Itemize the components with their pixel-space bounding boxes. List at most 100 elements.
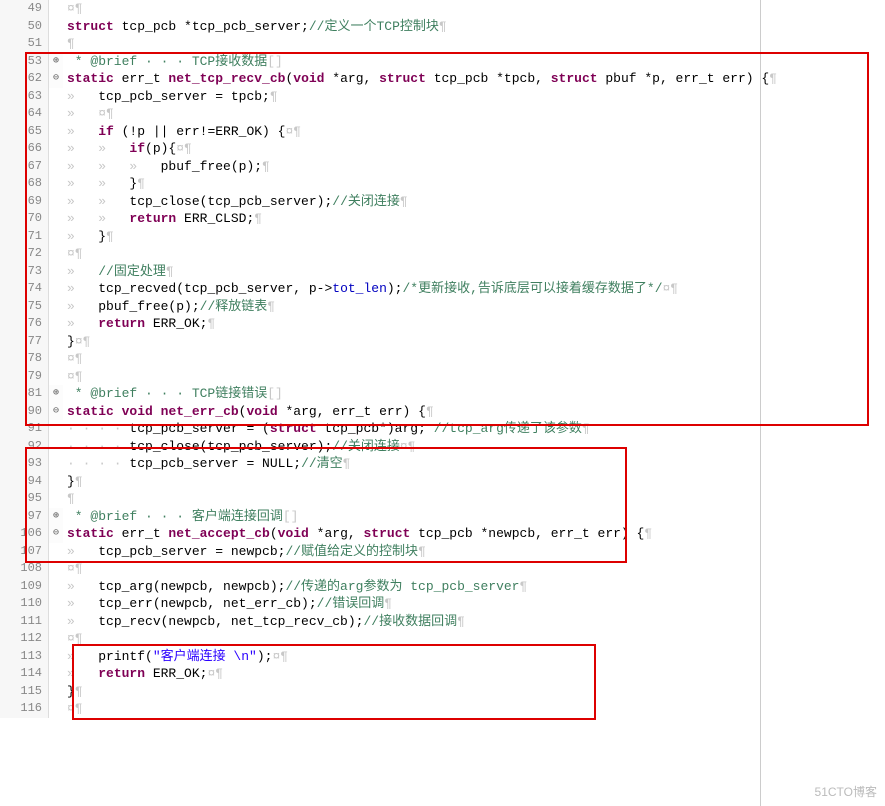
code-line[interactable]: 108¤¶ bbox=[0, 560, 885, 578]
code-content[interactable]: » » if(p){¤¶ bbox=[63, 140, 885, 158]
line-number: 107 bbox=[0, 543, 49, 561]
code-line[interactable]: 112¤¶ bbox=[0, 630, 885, 648]
code-line[interactable]: 76» return ERR_OK;¶ bbox=[0, 315, 885, 333]
code-content[interactable]: » tcp_recved(tcp_pcb_server, p->tot_len)… bbox=[63, 280, 885, 298]
code-line[interactable]: 50struct tcp_pcb *tcp_pcb_server;//定义一个T… bbox=[0, 18, 885, 36]
line-number: 67 bbox=[0, 158, 49, 176]
code-line[interactable]: 73» //固定处理¶ bbox=[0, 263, 885, 281]
fold-collapse-icon[interactable]: ⊖ bbox=[49, 525, 63, 543]
code-content[interactable]: * @brief · · · 客户端连接回调[] bbox=[63, 508, 885, 526]
code-content[interactable]: » //固定处理¶ bbox=[63, 263, 885, 281]
code-content[interactable]: » tcp_recv(newpcb, net_tcp_recv_cb);//接收… bbox=[63, 613, 885, 631]
text-token: tcp_err(newpcb, net_err_cb); bbox=[98, 596, 316, 611]
code-editor[interactable]: 49¤¶50struct tcp_pcb *tcp_pcb_server;//定… bbox=[0, 0, 885, 735]
fold-expand-icon[interactable]: ⊕ bbox=[49, 508, 63, 526]
code-content[interactable]: * @brief · · · TCP接收数据[] bbox=[63, 53, 885, 71]
code-content[interactable]: » » tcp_close(tcp_pcb_server);//关闭连接¶ bbox=[63, 193, 885, 211]
code-line[interactable]: 53⊕ * @brief · · · TCP接收数据[] bbox=[0, 53, 885, 71]
code-content[interactable]: static err_t net_accept_cb(void *arg, st… bbox=[63, 525, 885, 543]
code-content[interactable]: static err_t net_tcp_recv_cb(void *arg, … bbox=[63, 70, 885, 88]
code-line[interactable]: 81⊕ * @brief · · · TCP链接错误[] bbox=[0, 385, 885, 403]
fold-collapse-icon[interactable]: ⊖ bbox=[49, 70, 63, 88]
code-line[interactable]: 115}¶ bbox=[0, 683, 885, 701]
code-line[interactable]: 63 » tcp_pcb_server = tpcb;¶ bbox=[0, 88, 885, 106]
code-line[interactable]: 93· · · · tcp_pcb_server = NULL;//清空¶ bbox=[0, 455, 885, 473]
fold-expand-icon[interactable]: ⊕ bbox=[49, 53, 63, 71]
code-content[interactable]: » return ERR_OK;¶ bbox=[63, 315, 885, 333]
code-content[interactable]: ¤¶ bbox=[63, 350, 885, 368]
code-line[interactable]: 92· · · · tcp_close(tcp_pcb_server);//关闭… bbox=[0, 438, 885, 456]
code-content[interactable]: ¤¶ bbox=[63, 368, 885, 386]
whitespace-marker-icon: » bbox=[67, 596, 98, 611]
code-line[interactable]: 111» tcp_recv(newpcb, net_tcp_recv_cb);/… bbox=[0, 613, 885, 631]
code-content[interactable]: ¤¶ bbox=[63, 700, 885, 718]
code-line[interactable]: 90⊖static void net_err_cb(void *arg, err… bbox=[0, 403, 885, 421]
code-line[interactable]: 106⊖static err_t net_accept_cb(void *arg… bbox=[0, 525, 885, 543]
code-line[interactable]: 62⊖static err_t net_tcp_recv_cb(void *ar… bbox=[0, 70, 885, 88]
code-content[interactable]: » pbuf_free(p);//释放链表¶ bbox=[63, 298, 885, 316]
fold-expand-icon[interactable]: ⊕ bbox=[49, 385, 63, 403]
text-token: tcp_recved(tcp_pcb_server, p-> bbox=[98, 281, 332, 296]
code-content[interactable]: ¤¶ bbox=[63, 560, 885, 578]
code-content[interactable]: » » }¶ bbox=[63, 175, 885, 193]
code-line[interactable]: 109» tcp_arg(newpcb, newpcb);//传递的arg参数为… bbox=[0, 578, 885, 596]
code-content[interactable]: · · · · tcp_pcb_server = (struct tcp_pcb… bbox=[63, 420, 885, 438]
code-line[interactable]: 91· · · · tcp_pcb_server = (struct tcp_p… bbox=[0, 420, 885, 438]
code-content[interactable]: ¤¶ bbox=[63, 0, 885, 18]
code-line[interactable]: 79¤¶ bbox=[0, 368, 885, 386]
code-line[interactable]: 94}¶ bbox=[0, 473, 885, 491]
code-line[interactable]: 95¶ bbox=[0, 490, 885, 508]
text-token: pbuf_free(p); bbox=[161, 159, 262, 174]
code-content[interactable]: » printf("客户端连接 \n");¤¶ bbox=[63, 648, 885, 666]
code-line[interactable]: 75» pbuf_free(p);//释放链表¶ bbox=[0, 298, 885, 316]
text-token: ERR_CLSD; bbox=[176, 211, 254, 226]
code-content[interactable]: » ¤¶ bbox=[63, 105, 885, 123]
code-content[interactable]: » if (!p || err!=ERR_OK) {¤¶ bbox=[63, 123, 885, 141]
code-content[interactable]: » tcp_pcb_server = newpcb;//赋值给定义的控制块¶ bbox=[63, 543, 885, 561]
code-line[interactable]: 107 » tcp_pcb_server = newpcb;//赋值给定义的控制块… bbox=[0, 543, 885, 561]
code-line[interactable]: 65» if (!p || err!=ERR_OK) {¤¶ bbox=[0, 123, 885, 141]
code-content[interactable]: struct tcp_pcb *tcp_pcb_server;//定义一个TCP… bbox=[63, 18, 885, 36]
code-content[interactable]: » }¶ bbox=[63, 228, 885, 246]
code-content[interactable]: » return ERR_OK;¤¶ bbox=[63, 665, 885, 683]
text-token: *arg, err_t err) { bbox=[278, 404, 426, 419]
code-line[interactable]: 68» » }¶ bbox=[0, 175, 885, 193]
code-content[interactable]: ¶ bbox=[63, 35, 885, 53]
fold-collapse-icon[interactable]: ⊖ bbox=[49, 403, 63, 421]
code-line[interactable]: 114» return ERR_OK;¤¶ bbox=[0, 665, 885, 683]
code-content[interactable]: static void net_err_cb(void *arg, err_t … bbox=[63, 403, 885, 421]
code-line[interactable]: 70» » return ERR_CLSD;¶ bbox=[0, 210, 885, 228]
code-line[interactable]: 72¤¶ bbox=[0, 245, 885, 263]
code-line[interactable]: 78¤¶ bbox=[0, 350, 885, 368]
code-line[interactable]: 116¤¶ bbox=[0, 700, 885, 718]
code-line[interactable]: 51¶ bbox=[0, 35, 885, 53]
code-line[interactable]: 64» ¤¶ bbox=[0, 105, 885, 123]
code-line[interactable]: 110» tcp_err(newpcb, net_err_cb);//错误回调¶ bbox=[0, 595, 885, 613]
code-content[interactable]: * @brief · · · TCP链接错误[] bbox=[63, 385, 885, 403]
code-content[interactable]: }¶ bbox=[63, 473, 885, 491]
code-content[interactable]: » tcp_pcb_server = tpcb;¶ bbox=[63, 88, 885, 106]
code-content[interactable]: }¤¶ bbox=[63, 333, 885, 351]
code-line[interactable] bbox=[0, 718, 885, 736]
code-line[interactable]: 77}¤¶ bbox=[0, 333, 885, 351]
code-line[interactable]: 113» printf("客户端连接 \n");¤¶ bbox=[0, 648, 885, 666]
code-line[interactable]: 69» » tcp_close(tcp_pcb_server);//关闭连接¶ bbox=[0, 193, 885, 211]
code-line[interactable]: 71» }¶ bbox=[0, 228, 885, 246]
code-content[interactable]: ¶ bbox=[63, 490, 885, 508]
code-content[interactable]: }¶ bbox=[63, 683, 885, 701]
code-line[interactable]: 49¤¶ bbox=[0, 0, 885, 18]
code-content[interactable]: · · · · tcp_close(tcp_pcb_server);//关闭连接… bbox=[63, 438, 885, 456]
code-content[interactable]: ¤¶ bbox=[63, 630, 885, 648]
code-line[interactable]: 74» tcp_recved(tcp_pcb_server, p->tot_le… bbox=[0, 280, 885, 298]
code-line[interactable]: 66» » if(p){¤¶ bbox=[0, 140, 885, 158]
code-content[interactable]: » » » pbuf_free(p);¶ bbox=[63, 158, 885, 176]
code-content[interactable]: » tcp_arg(newpcb, newpcb);//传递的arg参数为 tc… bbox=[63, 578, 885, 596]
code-content[interactable]: » » return ERR_CLSD;¶ bbox=[63, 210, 885, 228]
code-line[interactable]: 67 » » » pbuf_free(p);¶ bbox=[0, 158, 885, 176]
text-token: *arg, bbox=[309, 526, 364, 541]
code-content[interactable]: ¤¶ bbox=[63, 245, 885, 263]
code-content[interactable]: · · · · tcp_pcb_server = NULL;//清空¶ bbox=[63, 455, 885, 473]
code-content[interactable]: » tcp_err(newpcb, net_err_cb);//错误回调¶ bbox=[63, 595, 885, 613]
code-line[interactable]: 97⊕ * @brief · · · 客户端连接回调[] bbox=[0, 508, 885, 526]
line-number: 63 bbox=[0, 88, 49, 106]
